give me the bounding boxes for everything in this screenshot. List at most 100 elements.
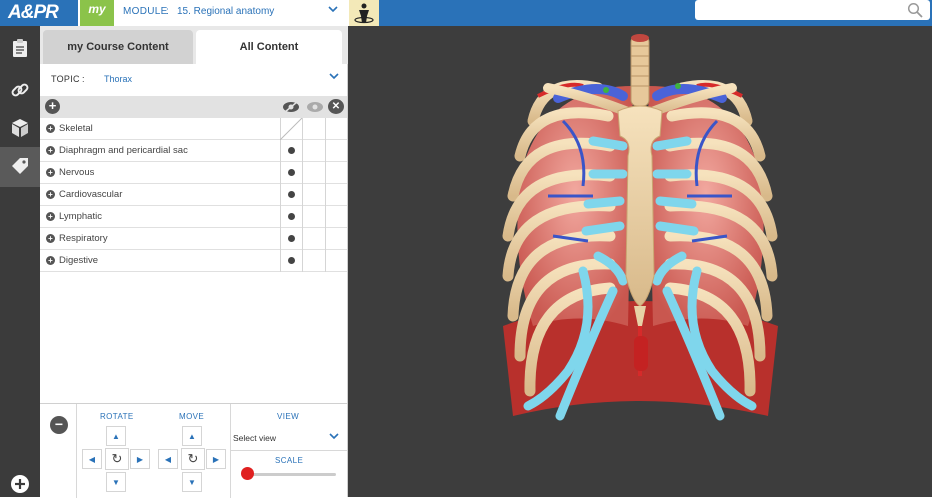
hide-all-icon[interactable] xyxy=(282,100,300,118)
column-divider xyxy=(302,184,303,206)
partial-visibility-icon[interactable] xyxy=(280,118,302,140)
app-logo[interactable]: A&PR xyxy=(0,0,78,26)
close-all-button[interactable]: ✕ xyxy=(328,99,344,114)
tab-bar: my Course Content All Content xyxy=(40,26,348,64)
column-divider xyxy=(325,206,326,228)
human-figure-icon[interactable] xyxy=(349,0,379,26)
cube-icon[interactable] xyxy=(0,108,40,148)
rotate-up-button[interactable]: ▲ xyxy=(106,426,126,446)
link-icon[interactable] xyxy=(0,70,40,110)
view-controls: − ROTATE ▲ ◀ ↻ ▶ ▼ MOVE ▲ ◀ ↻ ▶ ▼ VIEW S… xyxy=(40,403,347,498)
rotate-label: ROTATE xyxy=(100,412,134,421)
content-panel: my Course Content All Content TOPIC : Th… xyxy=(40,26,348,498)
layer-row[interactable]: + Digestive xyxy=(40,250,347,272)
move-left-button[interactable]: ◀ xyxy=(158,449,178,469)
tag-icon[interactable] xyxy=(0,147,40,187)
layer-row[interactable]: + Lymphatic xyxy=(40,206,347,228)
layer-label: Diaphragm and pericardial sac xyxy=(59,145,188,156)
column-divider xyxy=(280,140,281,162)
layer-row[interactable]: + Respiratory xyxy=(40,228,347,250)
layer-label: Skeletal xyxy=(59,123,93,134)
layer-row[interactable]: + Diaphragm and pericardial sac xyxy=(40,140,347,162)
rotate-left-button[interactable]: ◀ xyxy=(82,449,102,469)
move-reset-icon[interactable]: ↻ xyxy=(181,448,205,470)
divider xyxy=(230,404,231,498)
layer-label: Nervous xyxy=(59,167,95,178)
layer-label: Lymphatic xyxy=(59,211,102,222)
column-divider xyxy=(325,228,326,250)
move-right-button[interactable]: ▶ xyxy=(206,449,226,469)
layer-label: Cardiovascular xyxy=(59,189,123,200)
rotate-down-button[interactable]: ▼ xyxy=(106,472,126,492)
scale-label: SCALE xyxy=(275,456,304,465)
column-divider xyxy=(325,118,326,140)
visibility-dot[interactable] xyxy=(288,191,295,198)
rotate-reset-icon[interactable]: ↻ xyxy=(105,448,129,470)
layer-row[interactable]: + Nervous xyxy=(40,162,347,184)
column-divider xyxy=(325,140,326,162)
view-label: VIEW xyxy=(277,412,300,421)
layer-row[interactable]: + Cardiovascular xyxy=(40,184,347,206)
clipboard-icon[interactable] xyxy=(0,28,40,68)
search-input[interactable] xyxy=(695,0,930,20)
visibility-dot[interactable] xyxy=(288,235,295,242)
remove-button[interactable]: − xyxy=(50,416,68,434)
rotate-pad: ▲ ◀ ↻ ▶ ▼ xyxy=(82,426,152,492)
expand-icon[interactable]: + xyxy=(46,190,55,199)
column-divider xyxy=(280,250,281,272)
visibility-dot[interactable] xyxy=(288,169,295,176)
column-divider xyxy=(280,184,281,206)
column-divider xyxy=(325,184,326,206)
module-select[interactable]: 15. Regional anatomy xyxy=(177,6,274,17)
move-down-button[interactable]: ▼ xyxy=(182,472,202,492)
column-divider xyxy=(302,162,303,184)
column-divider xyxy=(302,206,303,228)
column-divider xyxy=(325,250,326,272)
topic-select[interactable]: Thorax xyxy=(104,74,132,84)
move-up-button[interactable]: ▲ xyxy=(182,426,202,446)
chevron-down-icon[interactable] xyxy=(329,72,339,83)
layer-list-header: + ✕ xyxy=(40,96,347,118)
scale-slider-thumb[interactable] xyxy=(241,467,254,480)
move-label: MOVE xyxy=(179,412,205,421)
topic-separator: : xyxy=(82,74,85,84)
column-divider xyxy=(302,250,303,272)
visibility-dot[interactable] xyxy=(288,213,295,220)
visibility-dot[interactable] xyxy=(288,147,295,154)
my-button[interactable]: my xyxy=(80,0,114,26)
search-icon[interactable] xyxy=(907,2,923,18)
scale-slider-track[interactable] xyxy=(242,473,336,476)
tab-my-course-content[interactable]: my Course Content xyxy=(43,30,193,64)
expand-icon[interactable]: + xyxy=(46,212,55,221)
expand-icon[interactable]: + xyxy=(46,234,55,243)
tab-all-content[interactable]: All Content xyxy=(196,30,342,64)
expand-icon[interactable]: + xyxy=(46,256,55,265)
topic-label: TOPIC xyxy=(51,74,80,84)
module-label: MODULE xyxy=(123,6,168,17)
view-select[interactable]: Select view xyxy=(233,433,276,443)
icon-sidebar xyxy=(0,26,40,497)
chevron-down-icon[interactable] xyxy=(329,432,339,442)
expand-icon[interactable]: + xyxy=(46,146,55,155)
expand-icon[interactable]: + xyxy=(46,124,55,133)
chevron-down-icon[interactable] xyxy=(328,5,338,16)
column-divider xyxy=(302,118,303,140)
layer-row[interactable]: + Skeletal xyxy=(40,118,347,140)
column-divider xyxy=(280,206,281,228)
column-divider xyxy=(302,228,303,250)
move-pad: ▲ ◀ ↻ ▶ ▼ xyxy=(158,426,228,492)
add-layer-button[interactable]: + xyxy=(45,99,60,114)
rotate-right-button[interactable]: ▶ xyxy=(130,449,150,469)
add-icon[interactable] xyxy=(0,464,40,504)
expand-icon[interactable]: + xyxy=(46,168,55,177)
show-all-icon[interactable] xyxy=(306,100,324,118)
module-separator: : xyxy=(166,6,169,17)
layer-label: Digestive xyxy=(59,255,99,266)
thorax-model-image[interactable] xyxy=(348,26,932,497)
divider xyxy=(230,450,347,451)
layer-label: Respiratory xyxy=(59,233,108,244)
visibility-dot[interactable] xyxy=(288,257,295,264)
column-divider xyxy=(325,162,326,184)
model-viewport[interactable] xyxy=(348,26,932,497)
column-divider xyxy=(302,140,303,162)
